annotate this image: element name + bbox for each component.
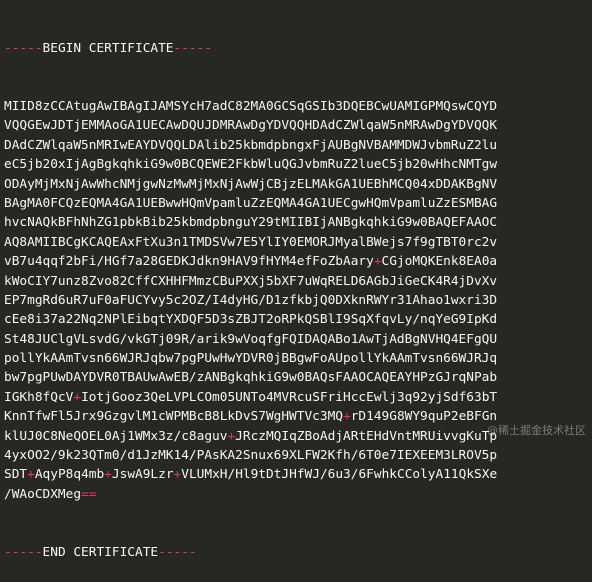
certificate-line: VQQGEwJDTjEMMAoGA1UECAwDQUJDMRAwDgYDVQQH…	[4, 118, 498, 134]
certificate-text-editor[interactable]: -----BEGIN CERTIFICATE----- MIID8zCCAtug…	[4, 0, 590, 582]
begin-certificate-label: BEGIN CERTIFICATE	[42, 40, 174, 56]
certificate-line: DAdCZWlqaW5nMRIwEAYDVQQLDAlib25kbmdpbngx…	[4, 137, 498, 153]
certificate-line: eC5jb20xIjAgBgkqhkiG9w0BCQEWE2FkbWluQGJv…	[4, 157, 498, 173]
certificate-line: vB7u4qqf2bFi/HGf7a28GEDKJdkn9HAV9fHYM4ef…	[4, 254, 498, 270]
certificate-line: MIID8zCCAtugAwIBAgIJAMSYcH7adC82MA0GCSqG…	[4, 99, 498, 115]
certificate-line: hvcNAQkBFhNhZG1pbkBib25kbmdpbnguY29tMIIB…	[4, 215, 498, 231]
begin-dashes-right: -----	[173, 40, 213, 56]
certificate-line: bw7pgPUwDAYDVR0TBAUwAwEB/zANBgkqhkiG9w0B…	[4, 370, 498, 386]
certificate-line: kWoCIY7unz8Zvo82CffCXHHFMmzCBuPXXj5bXF7u…	[4, 273, 498, 289]
certificate-line: cEe8i37a22Nq2NPlEibqtYXDQF5D3sZBJT2oRPkQ…	[4, 312, 498, 328]
certificate-body: MIID8zCCAtugAwIBAgIJAMSYcH7adC82MA0GCSqG…	[4, 97, 590, 504]
certificate-line: EP7mgRd6uR7uF0aFUCYvy5c2OZ/I4dyHG/D1zfkb…	[4, 292, 498, 308]
certificate-line: AQ8AMIIBCgKCAQEAxFtXu3n1TMDSVw7E5YlIY0EM…	[4, 234, 498, 250]
certificate-line: IGKh8fQcV+IotjGooz3QeLVPLCOm05UNTo4MVRcu…	[4, 389, 498, 405]
certificate-line: St48JUClgVLsvdG/vkGTj09R/arik9wVoqfgFQID…	[4, 331, 498, 347]
certificate-line: SDT+AqyP8q4mb+JswA9Lzr+VLUMxH/Hl9tDtJHfW…	[4, 467, 498, 483]
certificate-line: 4yxOO2/9k23QTm0/d1JzMK14/PAsKA2Snux69XLF…	[4, 448, 498, 464]
end-dashes-left: -----	[4, 545, 43, 561]
certificate-line: /WAoCDXMeg==	[4, 486, 97, 502]
certificate-line: ODAyMjMxNjAwWhcNMjgwNzMwMjMxNjAwWjCBjzEL…	[4, 176, 498, 192]
begin-certificate-line: -----BEGIN CERTIFICATE-----	[4, 39, 590, 58]
certificate-line: pollYkAAmTvsn66WJRJqbw7pgPUwHwYDVR0jBBgw…	[4, 351, 498, 367]
end-dashes-right: -----	[158, 545, 197, 561]
certificate-line: BAgMA0FCQzEQMA4GA1UEBwwHQmVpamluZzEQMA4G…	[4, 195, 498, 211]
begin-dashes-left: -----	[4, 40, 43, 56]
end-certificate-label: END CERTIFICATE	[42, 545, 159, 561]
end-certificate-line: -----END CERTIFICATE-----	[4, 543, 590, 562]
site-watermark: @稀土掘金技术社区	[487, 424, 586, 437]
